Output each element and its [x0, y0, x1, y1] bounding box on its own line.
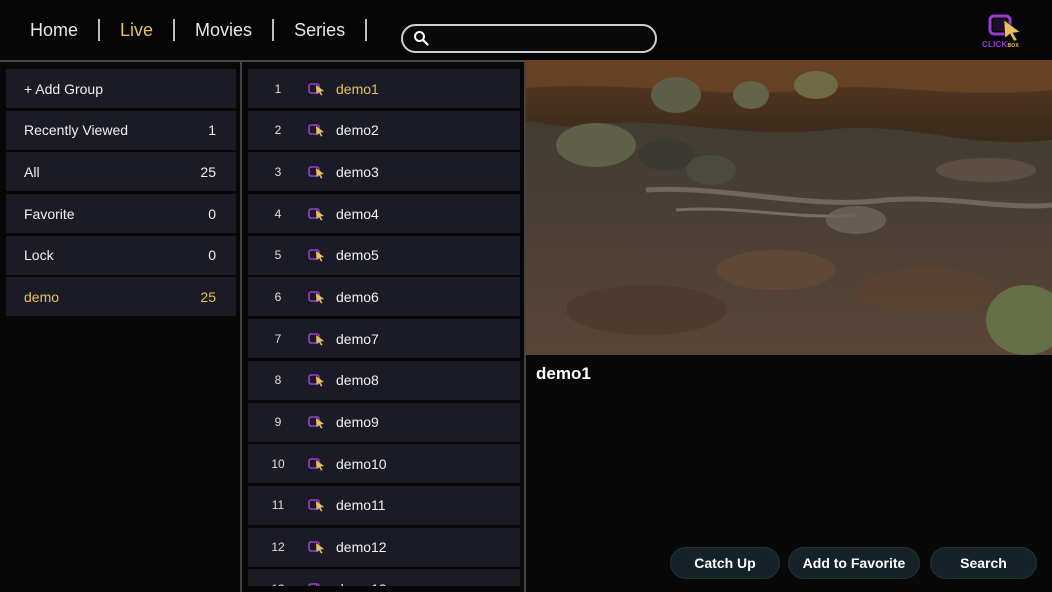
channel-number: 1 [274, 81, 282, 96]
channel-name: demo12 [336, 539, 387, 556]
video-preview[interactable] [526, 60, 1052, 355]
search-icon [414, 31, 429, 46]
channel-name: demo10 [336, 455, 387, 472]
channel-row[interactable]: 10 demo10 [248, 444, 520, 484]
add-to-favorite-button[interactable]: Add to Favorite [788, 547, 920, 579]
top-bar: Home Live Movies Series CLICKBOX [0, 0, 1052, 60]
nav-home[interactable]: Home [30, 20, 78, 41]
search-box[interactable] [401, 24, 657, 53]
channel-row[interactable]: 2 demo2 [248, 110, 520, 150]
channel-name: demo8 [336, 372, 379, 389]
group-count: 25 [200, 163, 216, 180]
channel-name: demo5 [336, 247, 379, 264]
channel-logo-icon [308, 582, 320, 586]
channel-name: demo3 [336, 163, 379, 180]
group-demo[interactable]: demo 25 [6, 277, 236, 317]
group-favorite[interactable]: Favorite 0 [6, 194, 236, 234]
channel-row[interactable]: 6 demo6 [248, 277, 520, 317]
search-button[interactable]: Search [930, 547, 1037, 579]
group-all[interactable]: All 25 [6, 152, 236, 192]
channel-number: 9 [274, 415, 282, 429]
group-label: demo [24, 288, 60, 305]
logo-text: CLICKBOX [982, 40, 1019, 49]
search-input[interactable] [437, 28, 647, 49]
nav-series[interactable]: Series [294, 20, 345, 41]
channel-name: demo7 [336, 330, 379, 347]
channel-row[interactable]: 3 demo3 [248, 152, 520, 192]
channel-name: demo4 [336, 205, 379, 222]
app-logo: CLICKBOX [980, 12, 1028, 52]
nav-divider [173, 19, 176, 41]
channel-number: 8 [274, 373, 282, 388]
channel-number: 11 [271, 498, 285, 513]
group-list: + Add Group Recently Viewed 1 All 25 Fav… [6, 69, 236, 319]
channel-logo-icon [308, 541, 324, 554]
channel-logo-icon [308, 124, 324, 137]
nav-divider [365, 19, 368, 41]
channel-name: demo11 [336, 497, 386, 514]
channel-row[interactable]: 11 demo11 [248, 485, 520, 525]
nav-live[interactable]: Live [120, 20, 153, 41]
add-group-button[interactable]: + Add Group [6, 69, 236, 108]
channel-number: 6 [274, 289, 282, 304]
channel-logo-icon [308, 374, 324, 387]
group-count: 0 [208, 247, 216, 264]
channel-row[interactable]: 9 demo9 [248, 402, 520, 442]
nav-divider [272, 19, 275, 41]
group-label: + Add Group [24, 80, 104, 97]
channel-name: demo2 [336, 122, 379, 139]
channel-logo-icon [308, 82, 324, 95]
channel-row[interactable]: 4 demo4 [248, 194, 520, 234]
channel-row[interactable]: 1 demo1 [248, 69, 520, 108]
channel-name: demo1 [336, 80, 379, 97]
channel-name: demo13 [336, 581, 387, 586]
channel-list[interactable]: 1 demo1 2 demo2 3 demo3 4 demo4 5 demo5 6 demo6 7 dem… [248, 69, 520, 586]
group-recently-viewed[interactable]: Recently Viewed 1 [6, 110, 236, 150]
tv-cursor-icon [988, 14, 1021, 42]
group-label: Favorite [24, 205, 75, 222]
channel-number: 10 [271, 456, 285, 471]
group-count: 1 [208, 122, 216, 139]
channel-logo-icon [308, 416, 324, 429]
main-nav: Home Live Movies Series [30, 0, 387, 60]
group-label: Lock [24, 247, 54, 264]
header-divider [0, 60, 526, 62]
channel-row[interactable]: 12 demo12 [248, 527, 520, 567]
channel-row[interactable]: 8 demo8 [248, 360, 520, 400]
channel-logo-icon [308, 249, 324, 262]
group-label: All [24, 163, 40, 180]
column-divider [240, 62, 242, 592]
channel-number: 12 [271, 540, 285, 555]
stream-video-frame [526, 60, 1052, 355]
channel-row[interactable]: 5 demo5 [248, 235, 520, 275]
channel-logo-icon [308, 499, 324, 512]
channel-row[interactable]: 13 demo13 [248, 569, 520, 586]
now-playing-title: demo1 [536, 364, 591, 383]
group-count: 0 [208, 205, 216, 222]
channel-row[interactable]: 7 demo7 [248, 319, 520, 359]
channel-number: 4 [274, 206, 282, 221]
group-lock[interactable]: Lock 0 [6, 235, 236, 275]
group-label: Recently Viewed [24, 122, 129, 139]
channel-logo-icon [308, 166, 324, 179]
channel-name: demo9 [336, 414, 379, 430]
channel-logo-icon [308, 291, 324, 304]
channel-number: 2 [274, 123, 282, 138]
channel-logo-icon [308, 207, 324, 221]
catch-up-button[interactable]: Catch Up [670, 547, 780, 579]
nav-movies[interactable]: Movies [195, 20, 252, 41]
channel-number: 13 [248, 582, 308, 586]
nav-divider [98, 19, 101, 41]
channel-name: demo6 [336, 288, 379, 305]
group-count: 25 [200, 288, 216, 305]
channel-number: 3 [274, 164, 282, 179]
channel-logo-icon [308, 457, 324, 471]
channel-number: 7 [274, 331, 282, 346]
channel-logo-icon [308, 332, 324, 346]
channel-number: 5 [274, 248, 282, 263]
